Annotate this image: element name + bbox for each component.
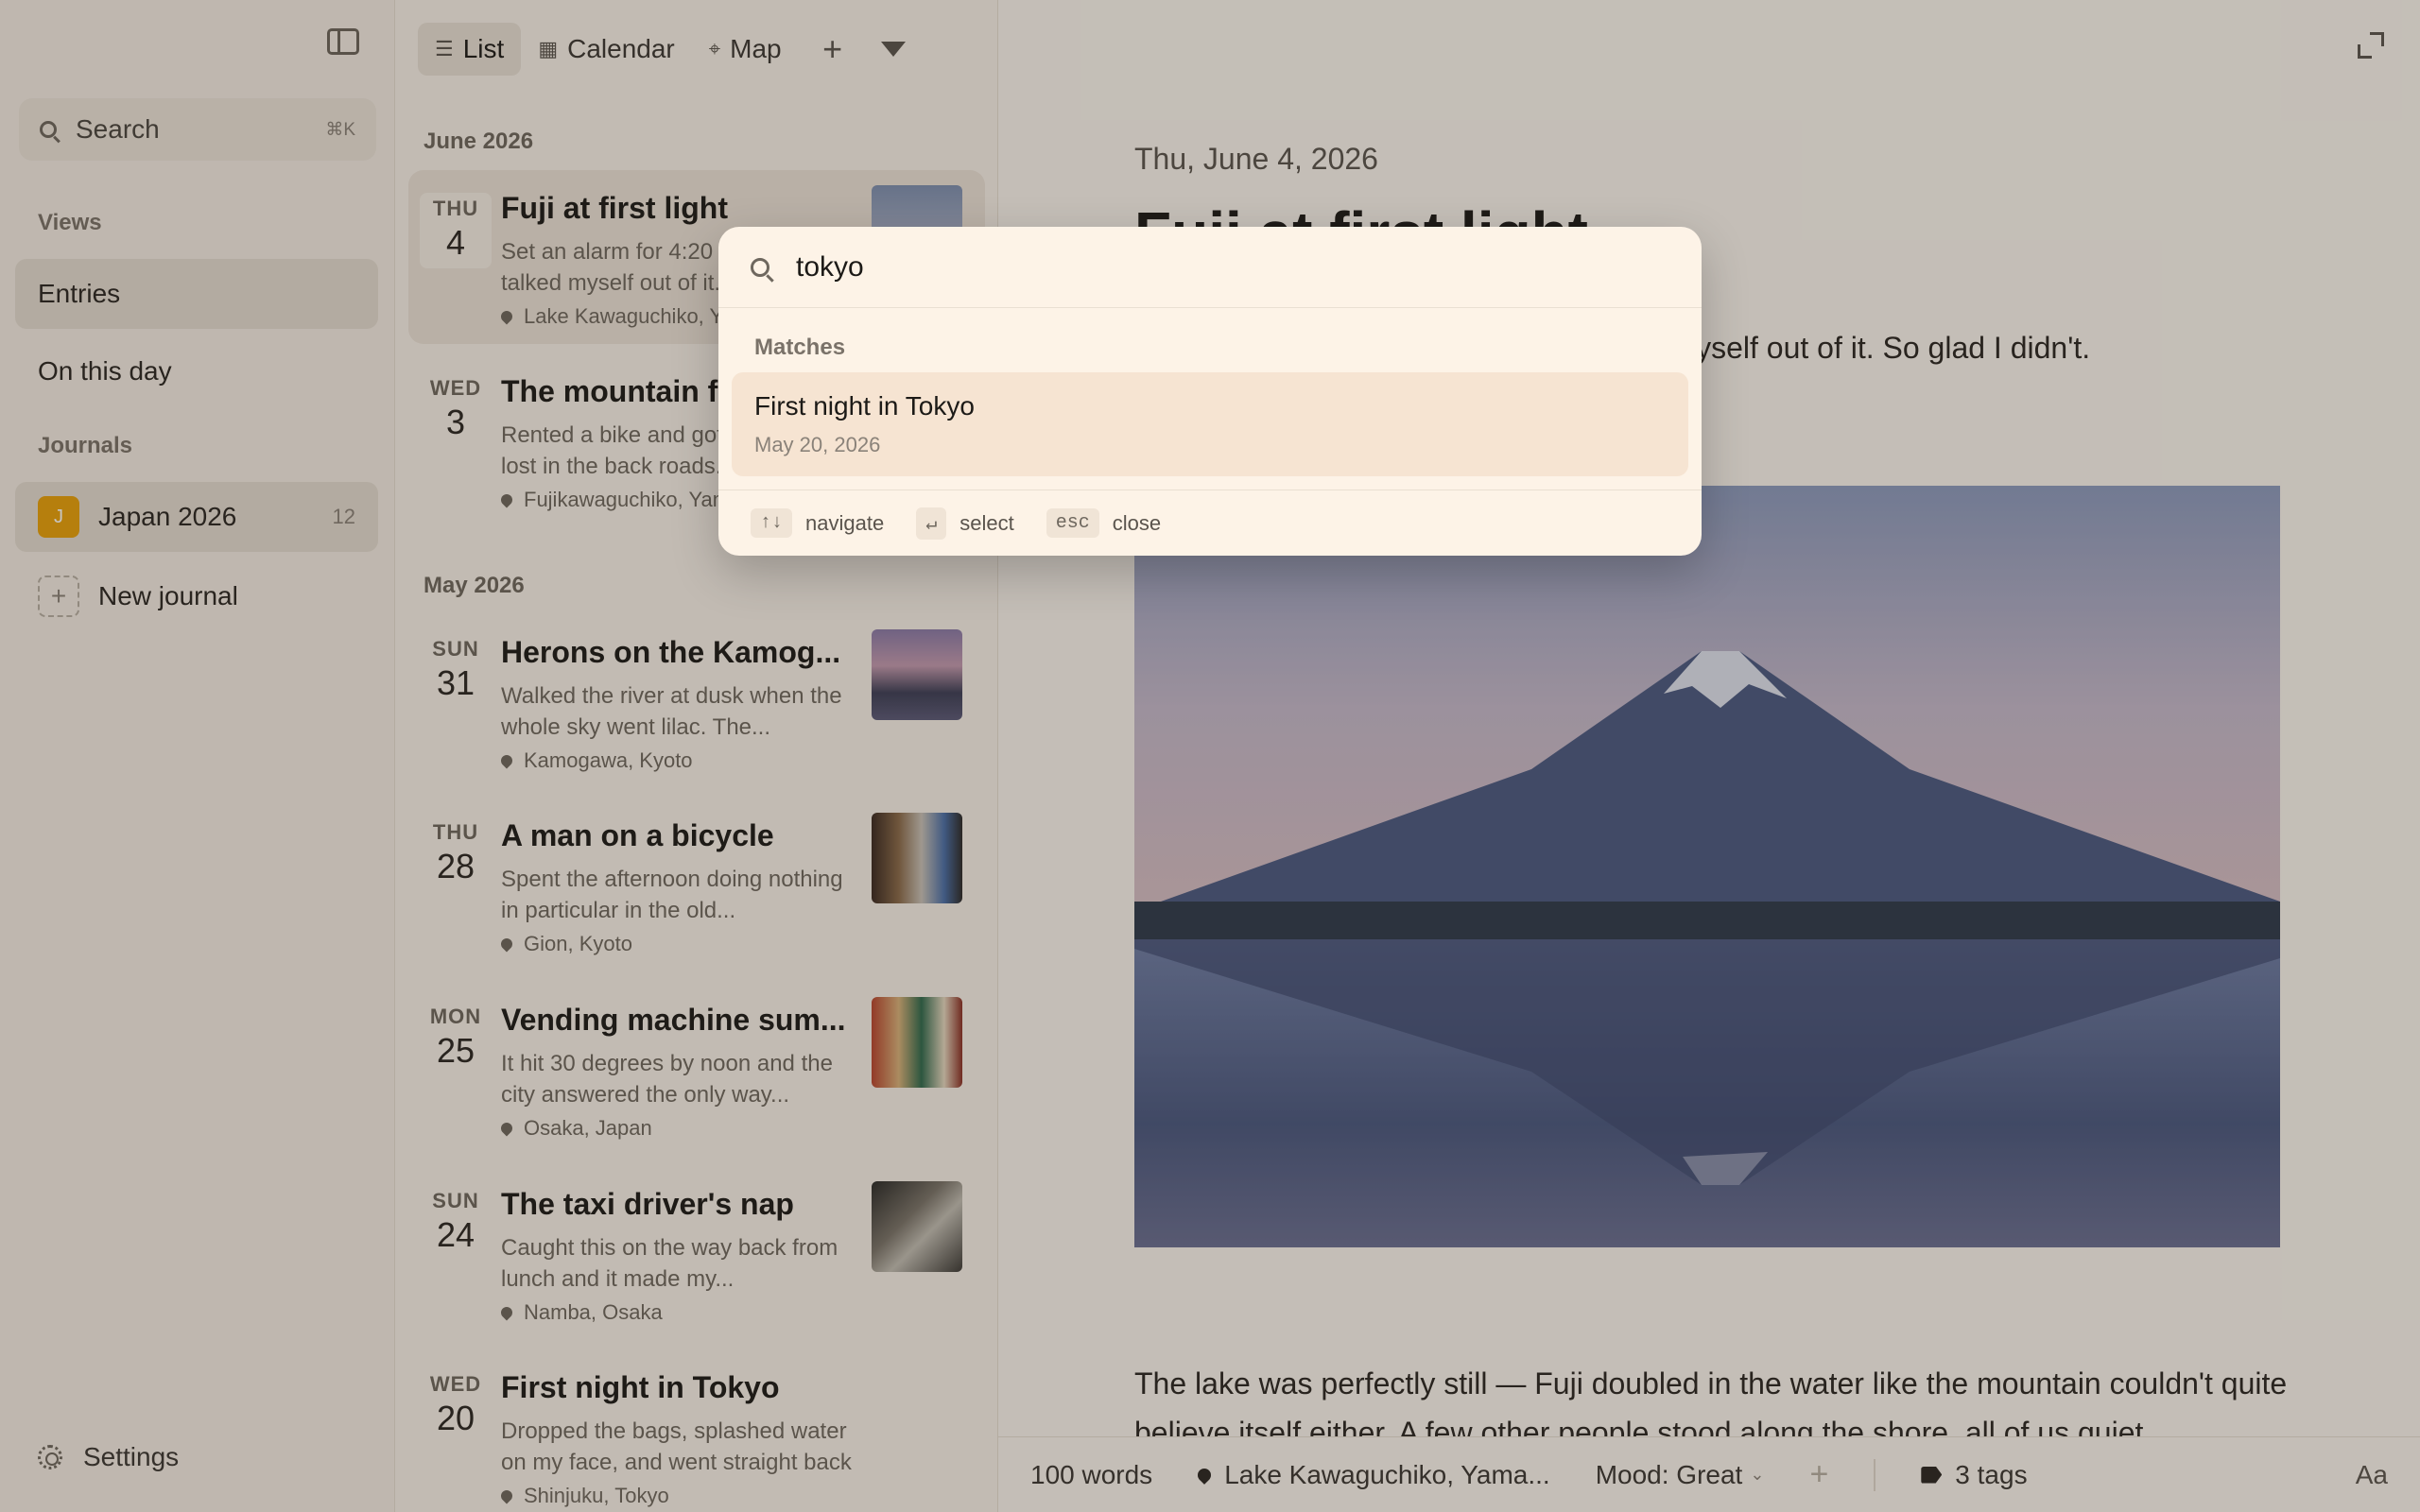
matches-heading: Matches bbox=[754, 335, 846, 360]
search-result-item[interactable]: First night in Tokyo May 20, 2026 bbox=[732, 372, 1688, 476]
search-icon bbox=[751, 257, 769, 277]
select-key: ↵ bbox=[916, 507, 947, 540]
close-hint: close bbox=[1112, 510, 1162, 535]
search-result-title: First night in Tokyo bbox=[754, 391, 975, 421]
search-input[interactable]: tokyo bbox=[796, 251, 864, 284]
search-palette: tokyo Matches First night in Tokyo May 2… bbox=[718, 227, 1702, 556]
close-key: esc bbox=[1046, 508, 1099, 538]
palette-search-field[interactable]: tokyo bbox=[718, 227, 1702, 308]
search-result-date: May 20, 2026 bbox=[754, 433, 881, 456]
select-hint: select bbox=[959, 510, 1014, 535]
palette-hints: ↑↓ navigate ↵ select esc close bbox=[718, 490, 1702, 556]
navigate-key: ↑↓ bbox=[751, 508, 793, 538]
navigate-hint: navigate bbox=[805, 510, 885, 535]
